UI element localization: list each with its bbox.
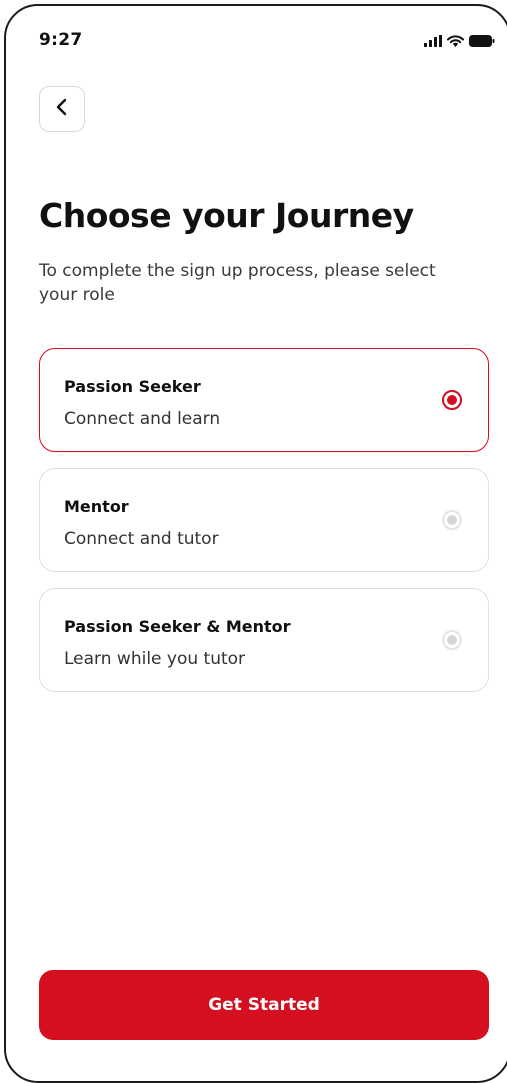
radio-unselected-icon[interactable] — [442, 510, 462, 530]
page-title: Choose your Journey — [39, 196, 414, 235]
status-icons — [424, 32, 495, 51]
wifi-icon — [447, 32, 464, 51]
role-option-passion-seeker[interactable]: Passion Seeker Connect and learn — [39, 348, 489, 452]
status-time: 9:27 — [39, 30, 83, 50]
chevron-left-icon — [55, 98, 69, 120]
battery-icon — [469, 32, 495, 51]
role-option-seeker-and-mentor[interactable]: Passion Seeker & Mentor Learn while you … — [39, 588, 489, 692]
role-title: Passion Seeker — [64, 377, 201, 396]
role-title: Passion Seeker & Mentor — [64, 617, 291, 636]
radio-unselected-icon[interactable] — [442, 630, 462, 650]
role-description: Connect and learn — [64, 409, 221, 429]
phone-frame: 9:27 Choose your Journey To complete the… — [4, 4, 507, 1083]
page-subtitle: To complete the sign up process, please … — [39, 261, 436, 305]
status-bar: 9:27 — [6, 6, 507, 66]
signal-icon — [424, 32, 442, 51]
radio-selected-icon[interactable] — [442, 390, 462, 410]
role-title: Mentor — [64, 497, 129, 516]
role-description: Connect and tutor — [64, 529, 219, 549]
get-started-button[interactable]: Get Started — [39, 970, 489, 1040]
role-description: Learn while you tutor — [64, 649, 246, 669]
back-button[interactable] — [39, 86, 85, 132]
role-option-mentor[interactable]: Mentor Connect and tutor — [39, 468, 489, 572]
